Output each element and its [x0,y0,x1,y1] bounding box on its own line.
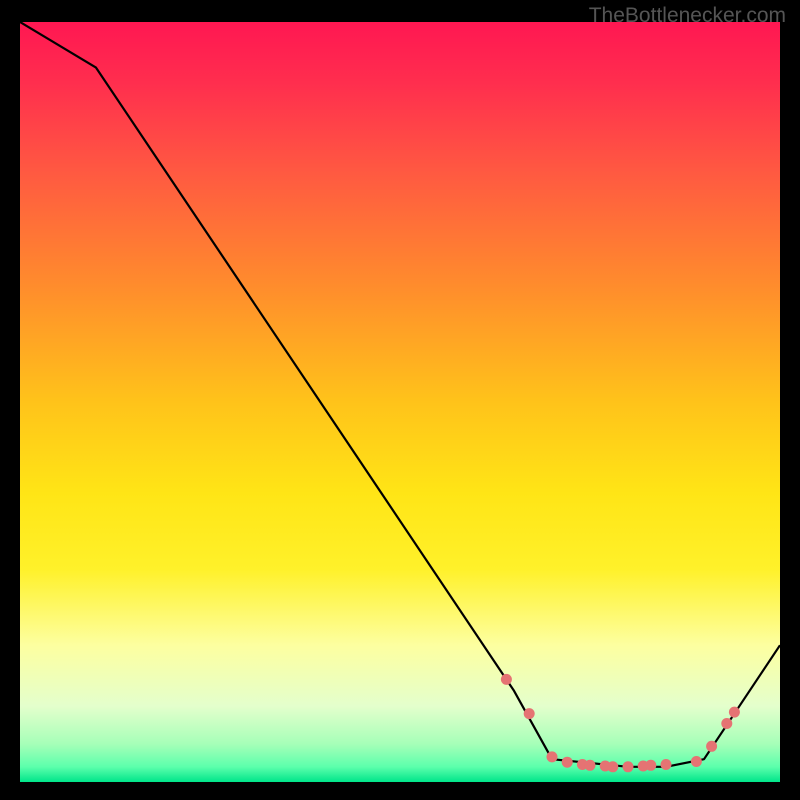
watermark-text: TheBottlenecker.com [589,4,786,28]
marker-point [706,741,717,752]
marker-point [524,708,535,719]
marker-point [645,760,656,771]
chart-background [20,22,780,782]
marker-point [729,707,740,718]
marker-point [585,760,596,771]
marker-point [691,756,702,767]
marker-point [623,761,634,772]
marker-point [721,718,732,729]
marker-point [607,761,618,772]
chart-area [20,22,780,782]
marker-point [547,751,558,762]
marker-point [501,674,512,685]
marker-point [661,759,672,770]
chart-svg [20,22,780,782]
marker-point [562,757,573,768]
